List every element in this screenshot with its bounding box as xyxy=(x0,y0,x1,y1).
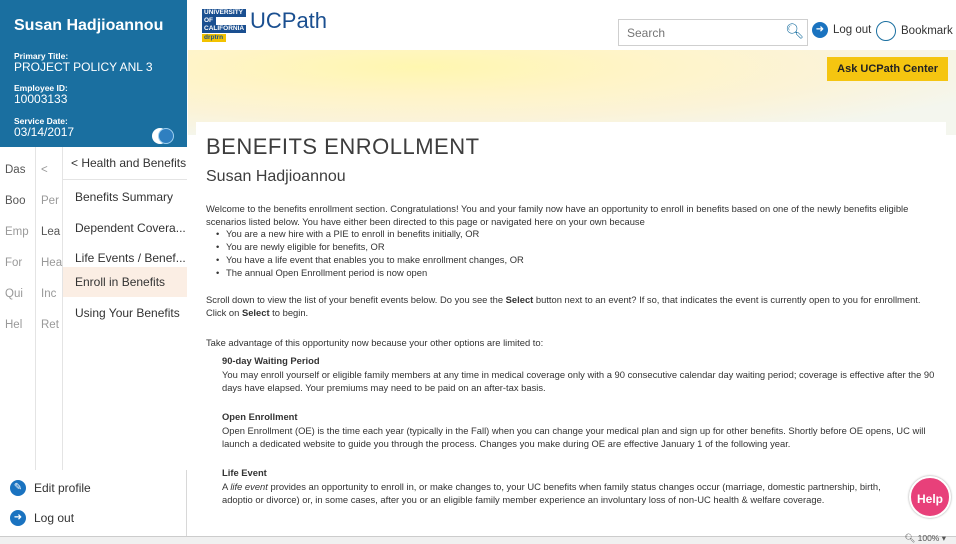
page-subtitle: Susan Hadjioannou xyxy=(206,168,346,185)
nav-col1-item[interactable]: Das xyxy=(5,164,33,176)
search-input[interactable] xyxy=(618,19,808,46)
nav-col2-item[interactable]: Inc xyxy=(41,288,63,300)
scroll-text-3: to begin. xyxy=(269,307,309,318)
nav-item-dependent-coverage[interactable]: Dependent Covera... xyxy=(63,213,187,243)
logo-line-of: OF xyxy=(202,17,216,25)
zoom-value: 100% xyxy=(917,533,940,543)
list-item: You are newly eligible for benefits, OR xyxy=(216,240,385,253)
nav-col2-item[interactable]: Lea xyxy=(41,226,63,238)
nav-col2-item[interactable]: Hea xyxy=(41,257,63,269)
nav-col1-item[interactable]: Qui xyxy=(5,288,33,300)
nav-col2-item[interactable]: Ret xyxy=(41,319,63,331)
nav-item-enroll-in-benefits[interactable]: Enroll in Benefits xyxy=(63,267,187,297)
nav-item-benefits-summary[interactable]: Benefits Summary xyxy=(63,182,187,212)
search-icon[interactable]: 🔍︎ xyxy=(785,22,804,40)
edit-profile-label: Edit profile xyxy=(34,481,91,495)
nav-col2-item[interactable]: < xyxy=(41,164,63,176)
scroll-text-1: Scroll down to view the list of your ben… xyxy=(206,294,506,305)
content-card: BENEFITS ENROLLMENT Susan Hadjioannou We… xyxy=(196,122,946,536)
health-benefits-panel: < Health and Benefits Benefits Summary D… xyxy=(63,147,187,470)
header-logout-button[interactable]: ➜ Log out xyxy=(812,22,871,38)
section-heading: 90-day Waiting Period xyxy=(222,355,320,366)
zoom-level[interactable]: 🔍︎ 100% ▾ xyxy=(904,533,946,544)
logo-tag: drptrn xyxy=(202,34,226,42)
back-to-health-benefits[interactable]: < Health and Benefits xyxy=(63,147,187,180)
scroll-instructions: Scroll down to view the list of your ben… xyxy=(206,293,941,319)
ask-ucpath-center-button[interactable]: Ask UCPath Center xyxy=(827,57,948,81)
logout-icon: ➜ xyxy=(812,22,828,38)
nav-col1-item[interactable]: For xyxy=(5,257,33,269)
list-item: The annual Open Enrollment period is now… xyxy=(216,266,427,279)
bookmark-label: Bookmark xyxy=(901,25,953,37)
pencil-icon: ✎ xyxy=(10,480,26,496)
app-title[interactable]: UCPath xyxy=(250,8,327,34)
header-logout-label: Log out xyxy=(833,24,872,36)
nav-col1-item[interactable]: Hel xyxy=(5,319,33,331)
bookmark-icon xyxy=(876,21,896,41)
logo-line-california: CALIFORNIA xyxy=(202,25,246,33)
uc-logo[interactable]: UNIVERSITY OF CALIFORNIA drptrn xyxy=(202,9,246,42)
sidebar: Susan Hadjioannou Primary Title: PROJECT… xyxy=(0,0,187,536)
page-title: BENEFITS ENROLLMENT xyxy=(206,134,480,159)
nav-col2-item[interactable]: Per xyxy=(41,195,63,207)
bookmark-button[interactable]: Bookmark xyxy=(876,21,953,41)
section-text: A life event provides an opportunity to … xyxy=(222,480,912,506)
nav-column-1: Das Boo Emp For Qui Hel xyxy=(0,147,36,470)
profile-panel: Susan Hadjioannou Primary Title: PROJECT… xyxy=(0,0,187,147)
advantage-text: Take advantage of this opportunity now b… xyxy=(206,337,544,348)
sidebar-logout-label: Log out xyxy=(34,511,75,525)
toggle-knob xyxy=(158,128,174,144)
profile-toggle[interactable] xyxy=(152,128,174,144)
select-keyword: Select xyxy=(241,307,270,318)
profile-name: Susan Hadjioannou xyxy=(14,17,164,34)
status-bar: 🔍︎ 100% ▾ xyxy=(0,533,956,544)
life-event-text-2: provides an opportunity to enroll in, or… xyxy=(222,481,881,505)
sidebar-logout-link[interactable]: ➜ Log out xyxy=(10,510,74,526)
employee-id-value: 10003133 xyxy=(14,92,68,106)
life-event-italic: life event xyxy=(230,481,268,492)
section-heading: Open Enrollment xyxy=(222,411,298,422)
nav-col1-item[interactable]: Boo xyxy=(5,195,33,207)
select-keyword: Select xyxy=(505,294,534,305)
nav-column-2: < Per Lea Hea Inc Ret xyxy=(36,147,63,470)
list-item: You are a new hire with a PIE to enroll … xyxy=(216,227,479,240)
nav-col1-item[interactable]: Emp xyxy=(5,226,33,238)
section-text: Open Enrollment (OE) is the time each ye… xyxy=(222,425,926,449)
logo-line-university: UNIVERSITY xyxy=(202,9,246,17)
primary-title-value: PROJECT POLICY ANL 3 xyxy=(14,60,153,74)
service-date-value: 03/14/2017 xyxy=(14,125,75,139)
intro-paragraph: Welcome to the benefits enrollment secti… xyxy=(206,203,909,227)
top-header: UNIVERSITY OF CALIFORNIA drptrn UCPath 🔍… xyxy=(188,0,956,50)
list-item: You have a life event that enables you t… xyxy=(216,253,524,266)
logout-icon: ➜ xyxy=(10,510,26,526)
section-text: You may enroll yourself or eligible fami… xyxy=(222,369,935,393)
help-button[interactable]: Help xyxy=(909,476,951,518)
edit-profile-link[interactable]: ✎ Edit profile xyxy=(10,480,91,496)
section-heading: Life Event xyxy=(222,467,267,478)
nav-item-using-your-benefits[interactable]: Using Your Benefits xyxy=(63,298,187,328)
